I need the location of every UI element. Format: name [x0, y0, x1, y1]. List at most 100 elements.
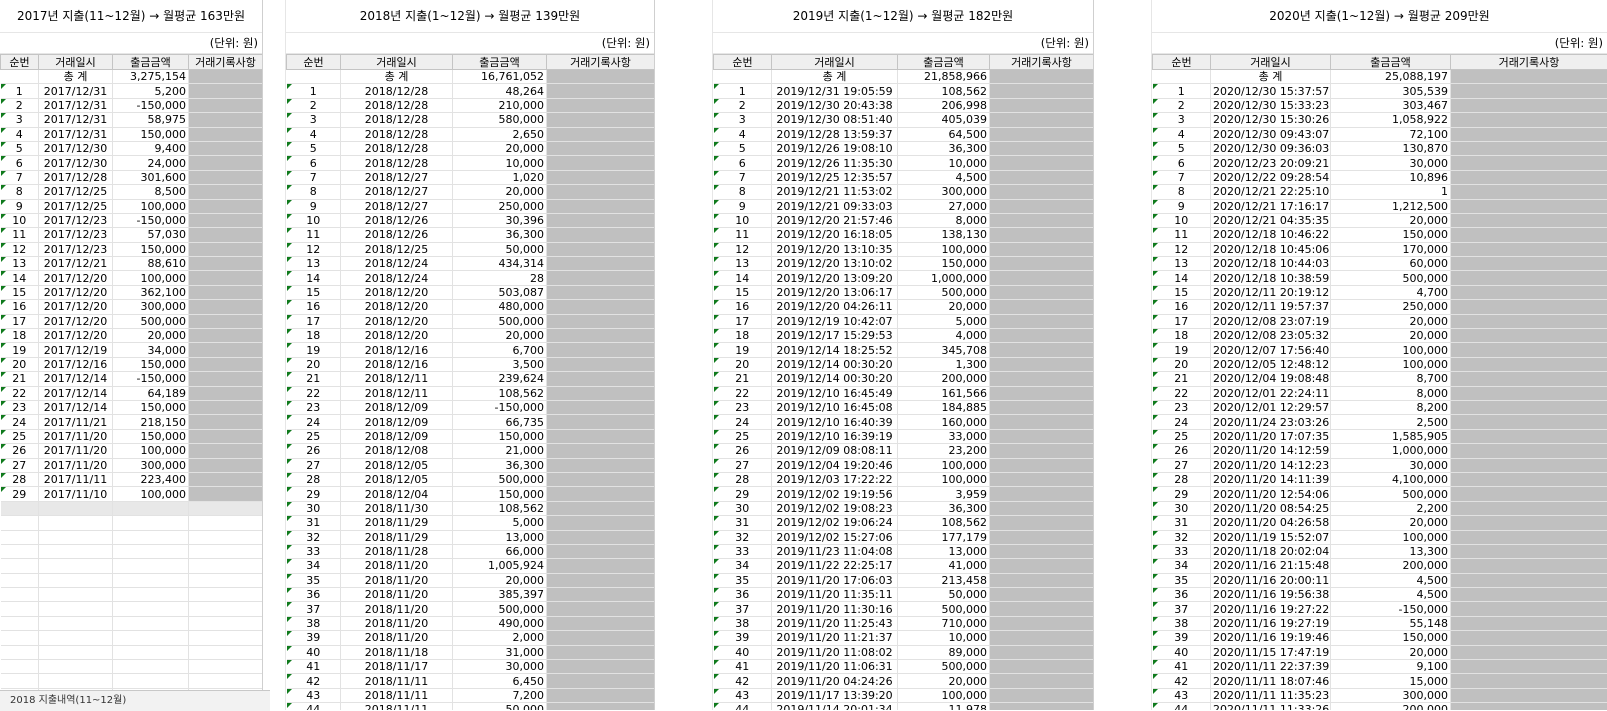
withdrawal-amount[interactable]: 500,000	[898, 285, 990, 299]
withdrawal-amount[interactable]: 480,000	[453, 300, 547, 314]
row-number[interactable]: 9	[1, 199, 39, 213]
withdrawal-amount[interactable]: 20,000	[898, 300, 990, 314]
transaction-datetime[interactable]: 2019/12/04 19:20:46	[772, 458, 898, 472]
row-number[interactable]: 30	[1153, 501, 1211, 515]
row-number[interactable]: 33	[1153, 544, 1211, 558]
transaction-datetime[interactable]: 2020/12/18 10:45:06	[1211, 242, 1331, 256]
table-row[interactable]: 352019/11/20 17:06:03213,458	[714, 573, 1094, 587]
row-number[interactable]: 38	[287, 616, 341, 630]
transaction-datetime[interactable]: 2020/11/15 17:47:19	[1211, 645, 1331, 659]
transaction-datetime[interactable]: 2018/11/20	[341, 602, 453, 616]
row-number[interactable]: 18	[1153, 329, 1211, 343]
table-row[interactable]: 112018/12/2636,300	[287, 228, 655, 242]
table-row[interactable]: 362019/11/20 11:35:1150,000	[714, 588, 1094, 602]
row-number[interactable]: 12	[287, 242, 341, 256]
table-row[interactable]: 52019/12/26 19:08:1036,300	[714, 141, 1094, 155]
withdrawal-amount[interactable]: 130,870	[1331, 141, 1451, 155]
transaction-datetime[interactable]: 2019/12/25 12:35:57	[772, 170, 898, 184]
transaction-datetime[interactable]: 2017/11/10	[39, 487, 113, 501]
withdrawal-amount[interactable]: 177,179	[898, 530, 990, 544]
table-row[interactable]: 362020/11/16 19:56:384,500	[1153, 588, 1607, 602]
withdrawal-amount[interactable]: 66,735	[453, 415, 547, 429]
transaction-datetime[interactable]: 2019/12/10 16:45:08	[772, 400, 898, 414]
transaction-datetime[interactable]: 2020/11/16 19:27:19	[1211, 616, 1331, 630]
withdrawal-amount[interactable]: 8,000	[898, 213, 990, 227]
table-row[interactable]: 152020/12/11 20:19:124,700	[1153, 285, 1607, 299]
empty-cell[interactable]	[39, 674, 113, 688]
withdrawal-amount[interactable]: 50,000	[453, 242, 547, 256]
table-row[interactable]: 92020/12/21 17:16:171,212,500	[1153, 199, 1607, 213]
transaction-datetime[interactable]: 2018/12/09	[341, 400, 453, 414]
table-row[interactable]: 242019/12/10 16:40:39160,000	[714, 415, 1094, 429]
table-row[interactable]: 172018/12/20500,000	[287, 314, 655, 328]
empty-row[interactable]	[1, 559, 263, 573]
row-number[interactable]: 28	[1, 472, 39, 486]
empty-row[interactable]	[1, 588, 263, 602]
table-row[interactable]: 162020/12/11 19:57:37250,000	[1153, 300, 1607, 314]
transaction-datetime[interactable]: 2018/12/20	[341, 300, 453, 314]
transaction-datetime[interactable]: 2020/11/11 11:33:26	[1211, 703, 1331, 710]
empty-cell[interactable]	[189, 660, 263, 674]
transaction-datetime[interactable]: 2020/12/30 15:33:23	[1211, 98, 1331, 112]
row-number[interactable]: 22	[714, 386, 772, 400]
table-row[interactable]: 162017/12/20300,000	[1, 300, 263, 314]
transaction-datetime[interactable]: 2017/12/25	[39, 199, 113, 213]
withdrawal-amount[interactable]: 48,264	[453, 84, 547, 98]
transaction-datetime[interactable]: 2018/12/20	[341, 329, 453, 343]
withdrawal-amount[interactable]: 8,000	[1331, 386, 1451, 400]
row-number[interactable]: 39	[287, 631, 341, 645]
empty-cell[interactable]	[189, 530, 263, 544]
empty-cell[interactable]	[189, 631, 263, 645]
table-row[interactable]: 32018/12/28580,000	[287, 113, 655, 127]
row-number[interactable]: 29	[1, 487, 39, 501]
transaction-datetime[interactable]: 2019/12/02 19:19:56	[772, 487, 898, 501]
empty-cell[interactable]	[189, 616, 263, 630]
table-row[interactable]: 12017/12/315,200	[1, 84, 263, 98]
withdrawal-amount[interactable]: 7,200	[453, 688, 547, 702]
transaction-datetime[interactable]: 2020/12/30 09:43:07	[1211, 127, 1331, 141]
withdrawal-amount[interactable]: 300,000	[898, 185, 990, 199]
table-row[interactable]: 222020/12/01 22:24:118,000	[1153, 386, 1607, 400]
table-row[interactable]: 232020/12/01 12:29:578,200	[1153, 400, 1607, 414]
withdrawal-amount[interactable]: 28	[453, 271, 547, 285]
withdrawal-amount[interactable]: 24,000	[113, 156, 189, 170]
transaction-datetime[interactable]: 2019/12/21 11:53:02	[772, 185, 898, 199]
transaction-datetime[interactable]: 2020/12/11 20:19:12	[1211, 285, 1331, 299]
table-row[interactable]: 32020/12/30 15:30:261,058,922	[1153, 113, 1607, 127]
transaction-datetime[interactable]: 2018/11/18	[341, 645, 453, 659]
table-row[interactable]: 272019/12/04 19:20:46100,000	[714, 458, 1094, 472]
withdrawal-amount[interactable]: 64,500	[898, 127, 990, 141]
transaction-datetime[interactable]: 2018/11/20	[341, 573, 453, 587]
table-row[interactable]: 422018/11/116,450	[287, 674, 655, 688]
transaction-datetime[interactable]: 2019/12/19 10:42:07	[772, 314, 898, 328]
transaction-datetime[interactable]: 2019/12/10 16:45:49	[772, 386, 898, 400]
empty-cell[interactable]	[113, 573, 189, 587]
table-row[interactable]: 292018/12/04150,000	[287, 487, 655, 501]
row-number[interactable]: 40	[714, 645, 772, 659]
row-number[interactable]: 7	[1, 170, 39, 184]
empty-row[interactable]	[1, 544, 263, 558]
transaction-datetime[interactable]: 2019/12/20 13:10:02	[772, 257, 898, 271]
transaction-datetime[interactable]: 2020/12/21 22:25:10	[1211, 185, 1331, 199]
row-number[interactable]: 8	[1153, 185, 1211, 199]
withdrawal-amount[interactable]: 405,039	[898, 113, 990, 127]
row-number[interactable]: 14	[1, 271, 39, 285]
row-number[interactable]: 21	[714, 372, 772, 386]
withdrawal-amount[interactable]: 580,000	[453, 113, 547, 127]
row-number[interactable]: 5	[1, 141, 39, 155]
transaction-datetime[interactable]: 2018/11/20	[341, 588, 453, 602]
table-row[interactable]: 222018/12/11108,562	[287, 386, 655, 400]
withdrawal-amount[interactable]: 108,562	[898, 516, 990, 530]
withdrawal-amount[interactable]: 1,005,924	[453, 559, 547, 573]
table-row[interactable]: 332018/11/2866,000	[287, 544, 655, 558]
row-number[interactable]: 31	[287, 516, 341, 530]
row-number[interactable]: 13	[287, 257, 341, 271]
row-number[interactable]: 21	[287, 372, 341, 386]
row-number[interactable]: 32	[1153, 530, 1211, 544]
table-row[interactable]: 62020/12/23 20:09:2130,000	[1153, 156, 1607, 170]
table-row[interactable]: 202019/12/14 00:30:201,300	[714, 357, 1094, 371]
empty-cell[interactable]	[189, 645, 263, 659]
transaction-datetime[interactable]: 2019/12/26 11:35:30	[772, 156, 898, 170]
transaction-datetime[interactable]: 2017/11/20	[39, 458, 113, 472]
table-row[interactable]: 382020/11/16 19:27:1955,148	[1153, 616, 1607, 630]
